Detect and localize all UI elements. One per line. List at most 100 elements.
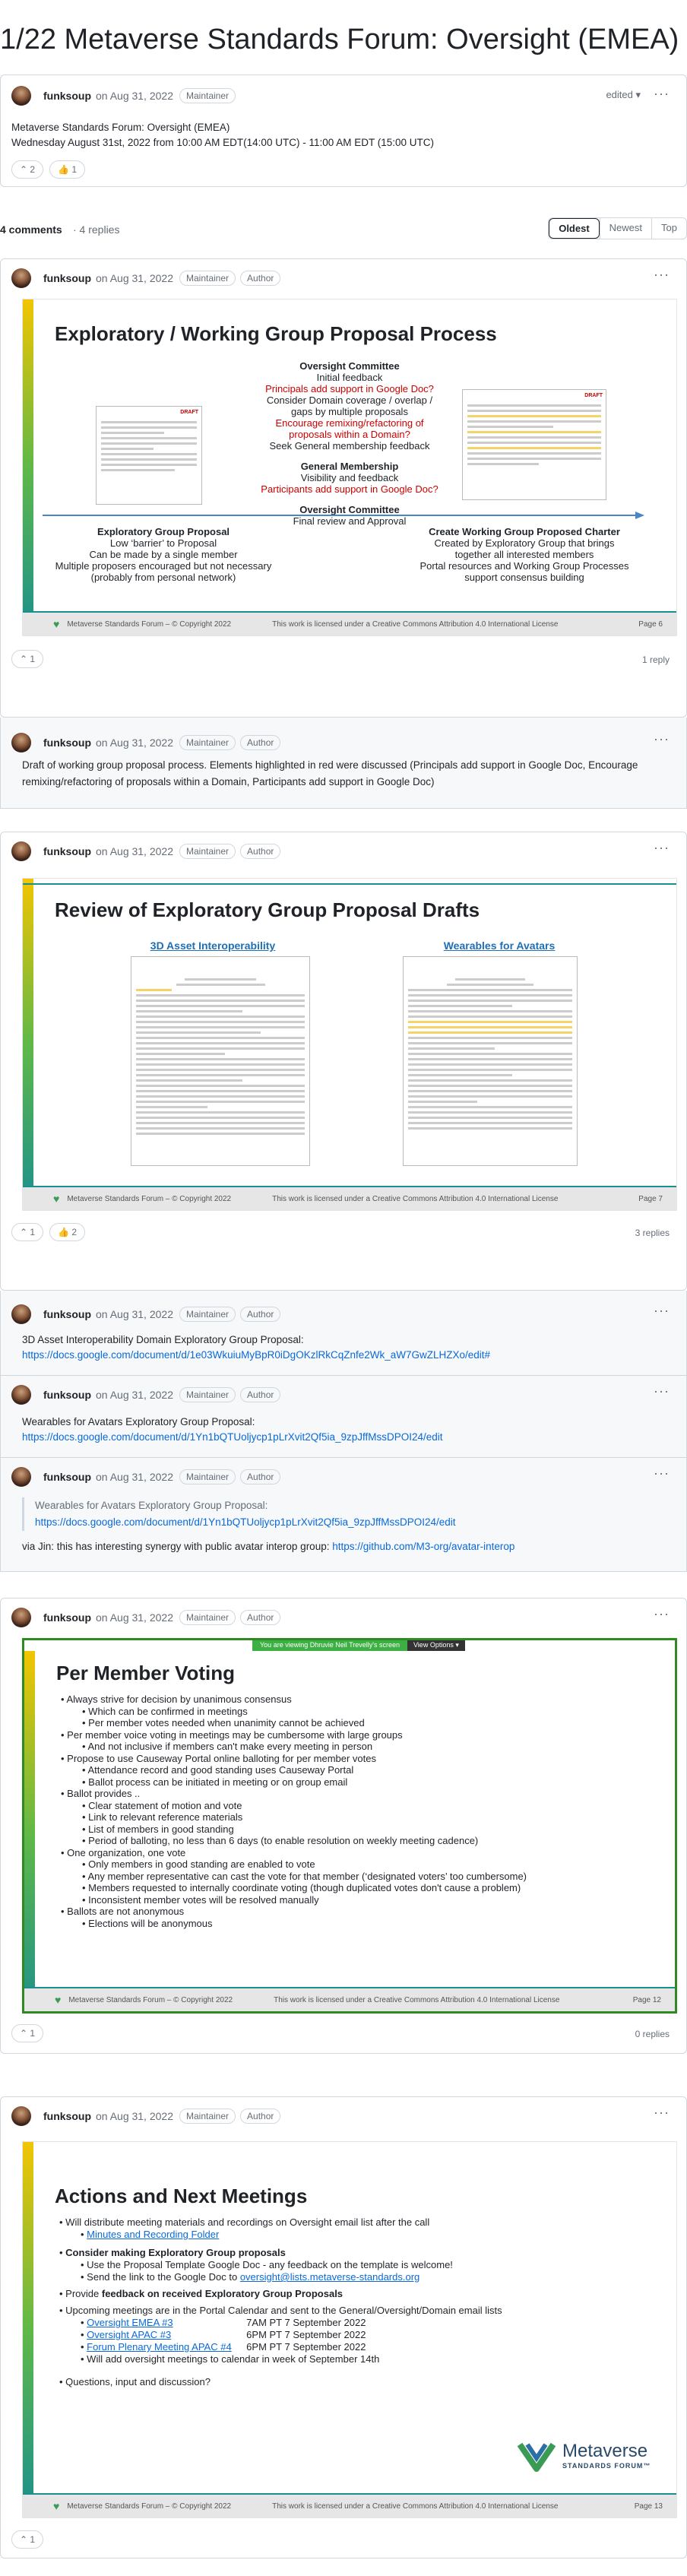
avatar[interactable] [11,86,31,106]
avatar[interactable] [11,1304,31,1324]
footer-license: This work is licensed under a Creative C… [272,1194,559,1203]
username[interactable]: funksoup [43,1389,91,1401]
username[interactable]: funksoup [43,1308,91,1320]
slide-footer: ♥ Metaverse Standards Forum – © Copyrigh… [23,1186,676,1210]
reply: funksoup on Aug 31, 2022 Maintainer Auth… [0,718,687,809]
username[interactable]: funksoup [43,1471,91,1483]
username[interactable]: funksoup [43,90,91,102]
document-thumbnail: DRAFT [462,389,606,500]
reply-date[interactable]: on Aug 31, 2022 [96,1389,173,1401]
username[interactable]: funksoup [43,1611,91,1624]
comment-3: funksoup on Aug 31, 2022 Maintainer Auth… [0,1598,687,2054]
username[interactable]: funksoup [43,2110,91,2122]
email-link[interactable]: oversight@lists.metaverse-standards.org [240,2271,419,2283]
doc-link[interactable]: https://docs.google.com/document/d/1Yn1b… [22,1429,443,1446]
sub-bullet: • Attendance record and good standing us… [82,1764,354,1776]
more-options-icon[interactable]: ··· [654,1606,670,1622]
avatar[interactable] [11,841,31,861]
metaverse-logo-icon [517,2442,556,2472]
sub-bullet: • Per member votes needed when unanimity… [82,1717,365,1728]
github-link[interactable]: https://github.com/M3-org/avatar-interop [332,1541,514,1552]
more-options-icon[interactable]: ··· [654,731,670,747]
sort-oldest[interactable]: Oldest [549,218,600,239]
upvote-button[interactable]: ⌃ 1 [11,2530,44,2549]
more-options-icon[interactable]: ··· [654,86,670,102]
sort-newest[interactable]: Newest [599,218,651,239]
author-badge: Author [240,844,281,859]
upvote-button[interactable]: ⌃ 1 [11,650,44,668]
meeting-link[interactable]: Oversight APAC #3 [87,2329,246,2341]
left-line: Multiple proposers encouraged but not ne… [55,560,272,572]
reply-count[interactable]: 0 replies [635,2029,670,2039]
comment-date[interactable]: on Aug 31, 2022 [96,2110,173,2122]
reply-date[interactable]: on Aug 31, 2022 [96,737,173,749]
meeting-link[interactable]: Oversight EMEA #3 [87,2317,246,2329]
thumbsup-reaction[interactable]: 👍 1 [49,160,86,179]
doc-link[interactable]: https://docs.google.com/document/d/1e03W… [22,1347,490,1364]
reply-count[interactable]: 3 replies [635,1228,670,1238]
reply-date[interactable]: on Aug 31, 2022 [96,1308,173,1320]
left-line: Can be made by a single member [89,549,238,560]
avatar[interactable] [11,733,31,753]
more-options-icon[interactable]: ··· [654,1465,670,1481]
upvote-button[interactable]: ⌃ 1 [11,2024,44,2042]
more-options-icon[interactable]: ··· [654,267,670,283]
avatar[interactable] [11,268,31,288]
sub-bullet: • Will add oversight meetings to calenda… [81,2353,380,2365]
avatar[interactable] [11,1608,31,1627]
more-options-icon[interactable]: ··· [654,840,670,856]
view-options-button[interactable]: View Options ▾ [407,1640,465,1651]
meeting-row: • Oversight APAC #3 6PM PT 7 September 20… [81,2329,366,2341]
logo-icon: ♥ [53,2500,60,2512]
center-line: Initial feedback [316,372,383,383]
username[interactable]: funksoup [43,272,91,284]
right-line: Created by Exploratory Group that brings [434,537,615,549]
username[interactable]: funksoup [43,845,91,857]
quote-text: Wearables for Avatars Exploratory Group … [35,1500,268,1511]
meeting-link[interactable]: Forum Plenary Meeting APAC #4 [87,2341,246,2353]
reply-text: 3D Asset Interoperability Domain Explora… [22,1334,304,1345]
slide-title: Actions and Next Meetings [55,2185,308,2207]
comment-date[interactable]: on Aug 31, 2022 [96,845,173,857]
quote-link[interactable]: https://docs.google.com/document/d/1Yn1b… [24,1514,456,1531]
right-line: together all interested members [454,549,594,560]
post-date[interactable]: on Aug 31, 2022 [96,90,173,102]
post-body-line1: Metaverse Standards Forum: Oversight (EM… [11,122,230,133]
upvote-button[interactable]: ⌃ 2 [11,160,44,179]
sub-bullet: • Clear statement of motion and vote [82,1799,242,1811]
left-column: Exploratory Group Proposal Low ‘barrier’… [38,526,289,583]
reply-text: Wearables for Avatars Exploratory Group … [22,1416,255,1427]
comment-date[interactable]: on Aug 31, 2022 [96,272,173,284]
edited-dropdown[interactable]: edited ▾ [606,89,641,101]
minutes-link[interactable]: Minutes and Recording Folder [87,2229,219,2240]
sort-tabs: Oldest Newest Top [548,217,687,239]
screen-share-text: You are viewing Dhruvie Neil Trevelly's … [252,1640,407,1651]
avatar[interactable] [11,1385,31,1405]
avatar[interactable] [11,1467,31,1487]
comment-date[interactable]: on Aug 31, 2022 [96,1611,173,1624]
reply-date[interactable]: on Aug 31, 2022 [96,1471,173,1483]
upvote-button[interactable]: ⌃ 1 [11,1223,44,1241]
maintainer-badge: Maintainer [179,88,236,103]
more-options-icon[interactable]: ··· [654,1303,670,1319]
post-body-line2: Wednesday August 31st, 2022 from 10:00 A… [11,137,435,148]
avatar[interactable] [11,2106,31,2126]
more-options-icon[interactable]: ··· [654,2105,670,2121]
reply-count[interactable]: 1 reply [642,654,670,665]
footer-license: This work is licensed under a Creative C… [272,2502,559,2511]
discussion-post: funksoup on Aug 31, 2022 Maintainer edit… [0,74,687,187]
doc2-label: Wearables for Avatars [443,939,556,952]
username[interactable]: funksoup [43,737,91,749]
slide-image: Exploratory / Working Group Proposal Pro… [22,299,677,636]
author-badge: Author [240,1387,281,1402]
slide-rule [23,883,676,885]
author-badge: Author [240,1307,281,1322]
maintainer-badge: Maintainer [179,2109,236,2124]
slide-title: Exploratory / Working Group Proposal Pro… [55,322,497,345]
right-line: support consensus building [464,572,584,583]
slide-page: Page 7 [638,1194,663,1203]
sort-top[interactable]: Top [651,218,686,239]
more-options-icon[interactable]: ··· [654,1383,670,1399]
footer-org: Metaverse Standards Forum – © Copyright … [67,1194,232,1203]
thumbsup-reaction[interactable]: 👍 2 [49,1223,86,1241]
